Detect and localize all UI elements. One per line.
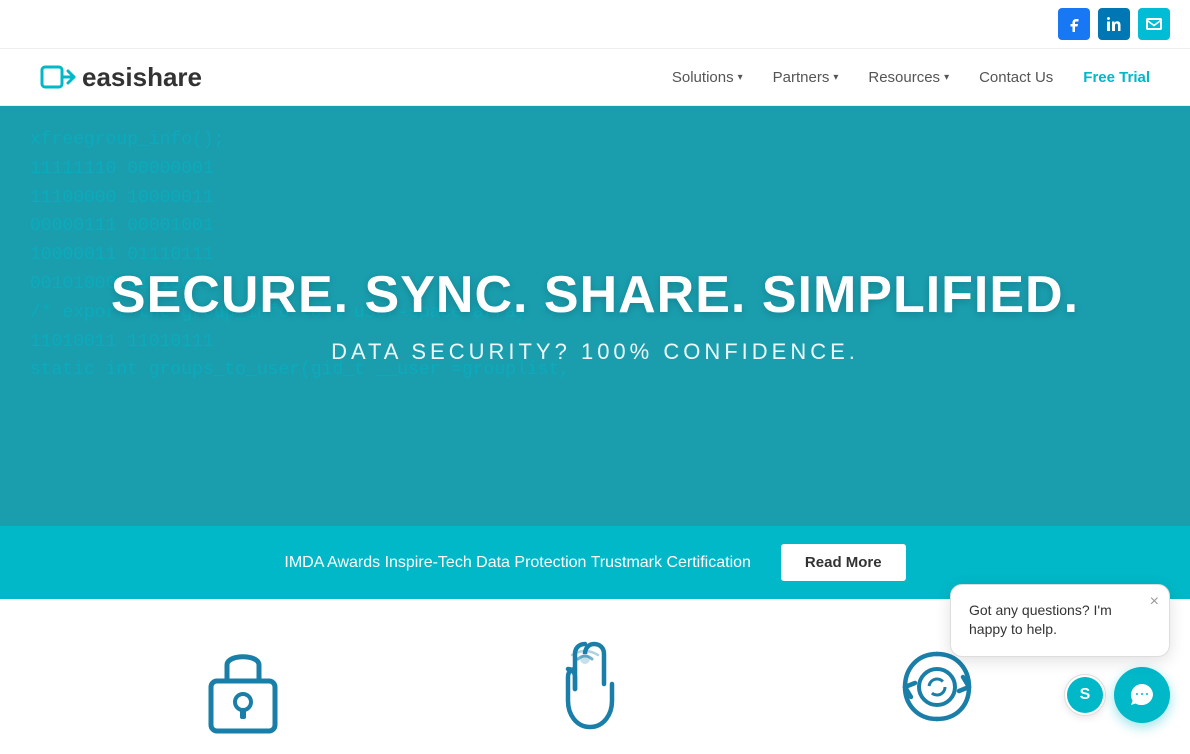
hero-subtitle: DATA SECURITY? 100% CONFIDENCE.: [111, 339, 1079, 365]
nav-resources[interactable]: Resources ▾: [868, 69, 949, 86]
chat-agent-button[interactable]: [1114, 667, 1170, 723]
logo-text: easishare: [82, 62, 202, 93]
nav-contact[interactable]: Contact Us: [979, 69, 1053, 86]
solutions-chevron: ▾: [738, 72, 743, 83]
chat-widget: × Got any questions? I'm happy to help. …: [950, 584, 1170, 723]
nav-links: Solutions ▾ Partners ▾ Resources ▾ Conta…: [672, 69, 1150, 86]
email-icon[interactable]: [1138, 8, 1170, 40]
touch-icon: [550, 639, 620, 734]
free-trial-button[interactable]: Free Trial: [1083, 69, 1150, 86]
lock-icon: [203, 639, 283, 734]
social-icons: [1058, 8, 1170, 40]
facebook-icon[interactable]: [1058, 8, 1090, 40]
banner-text: IMDA Awards Inspire-Tech Data Protection…: [284, 554, 751, 572]
nav-solutions[interactable]: Solutions ▾: [672, 69, 743, 86]
feature-security: [203, 639, 283, 734]
chat-close-button[interactable]: ×: [1150, 593, 1159, 611]
partners-chevron: ▾: [833, 72, 838, 83]
hero-section: xfreegroup_info(); 11111110 00000001 111…: [0, 106, 1190, 526]
hero-content: SECURE. SYNC. SHARE. SIMPLIFIED. DATA SE…: [111, 267, 1079, 364]
feature-touch: [550, 639, 620, 734]
chat-message: Got any questions? I'm happy to help.: [969, 601, 1151, 640]
logo-icon: [40, 59, 76, 95]
logo[interactable]: easishare: [40, 59, 202, 95]
nav-partners[interactable]: Partners ▾: [773, 69, 839, 86]
navbar: easishare Solutions ▾ Partners ▾ Resourc…: [0, 49, 1190, 106]
top-bar: [0, 0, 1190, 49]
read-more-button[interactable]: Read More: [781, 544, 906, 581]
linkedin-icon[interactable]: [1098, 8, 1130, 40]
hero-title: SECURE. SYNC. SHARE. SIMPLIFIED.: [111, 267, 1079, 324]
resources-chevron: ▾: [944, 72, 949, 83]
chat-bubble: × Got any questions? I'm happy to help.: [950, 584, 1170, 657]
chat-logo: S: [1067, 677, 1103, 713]
